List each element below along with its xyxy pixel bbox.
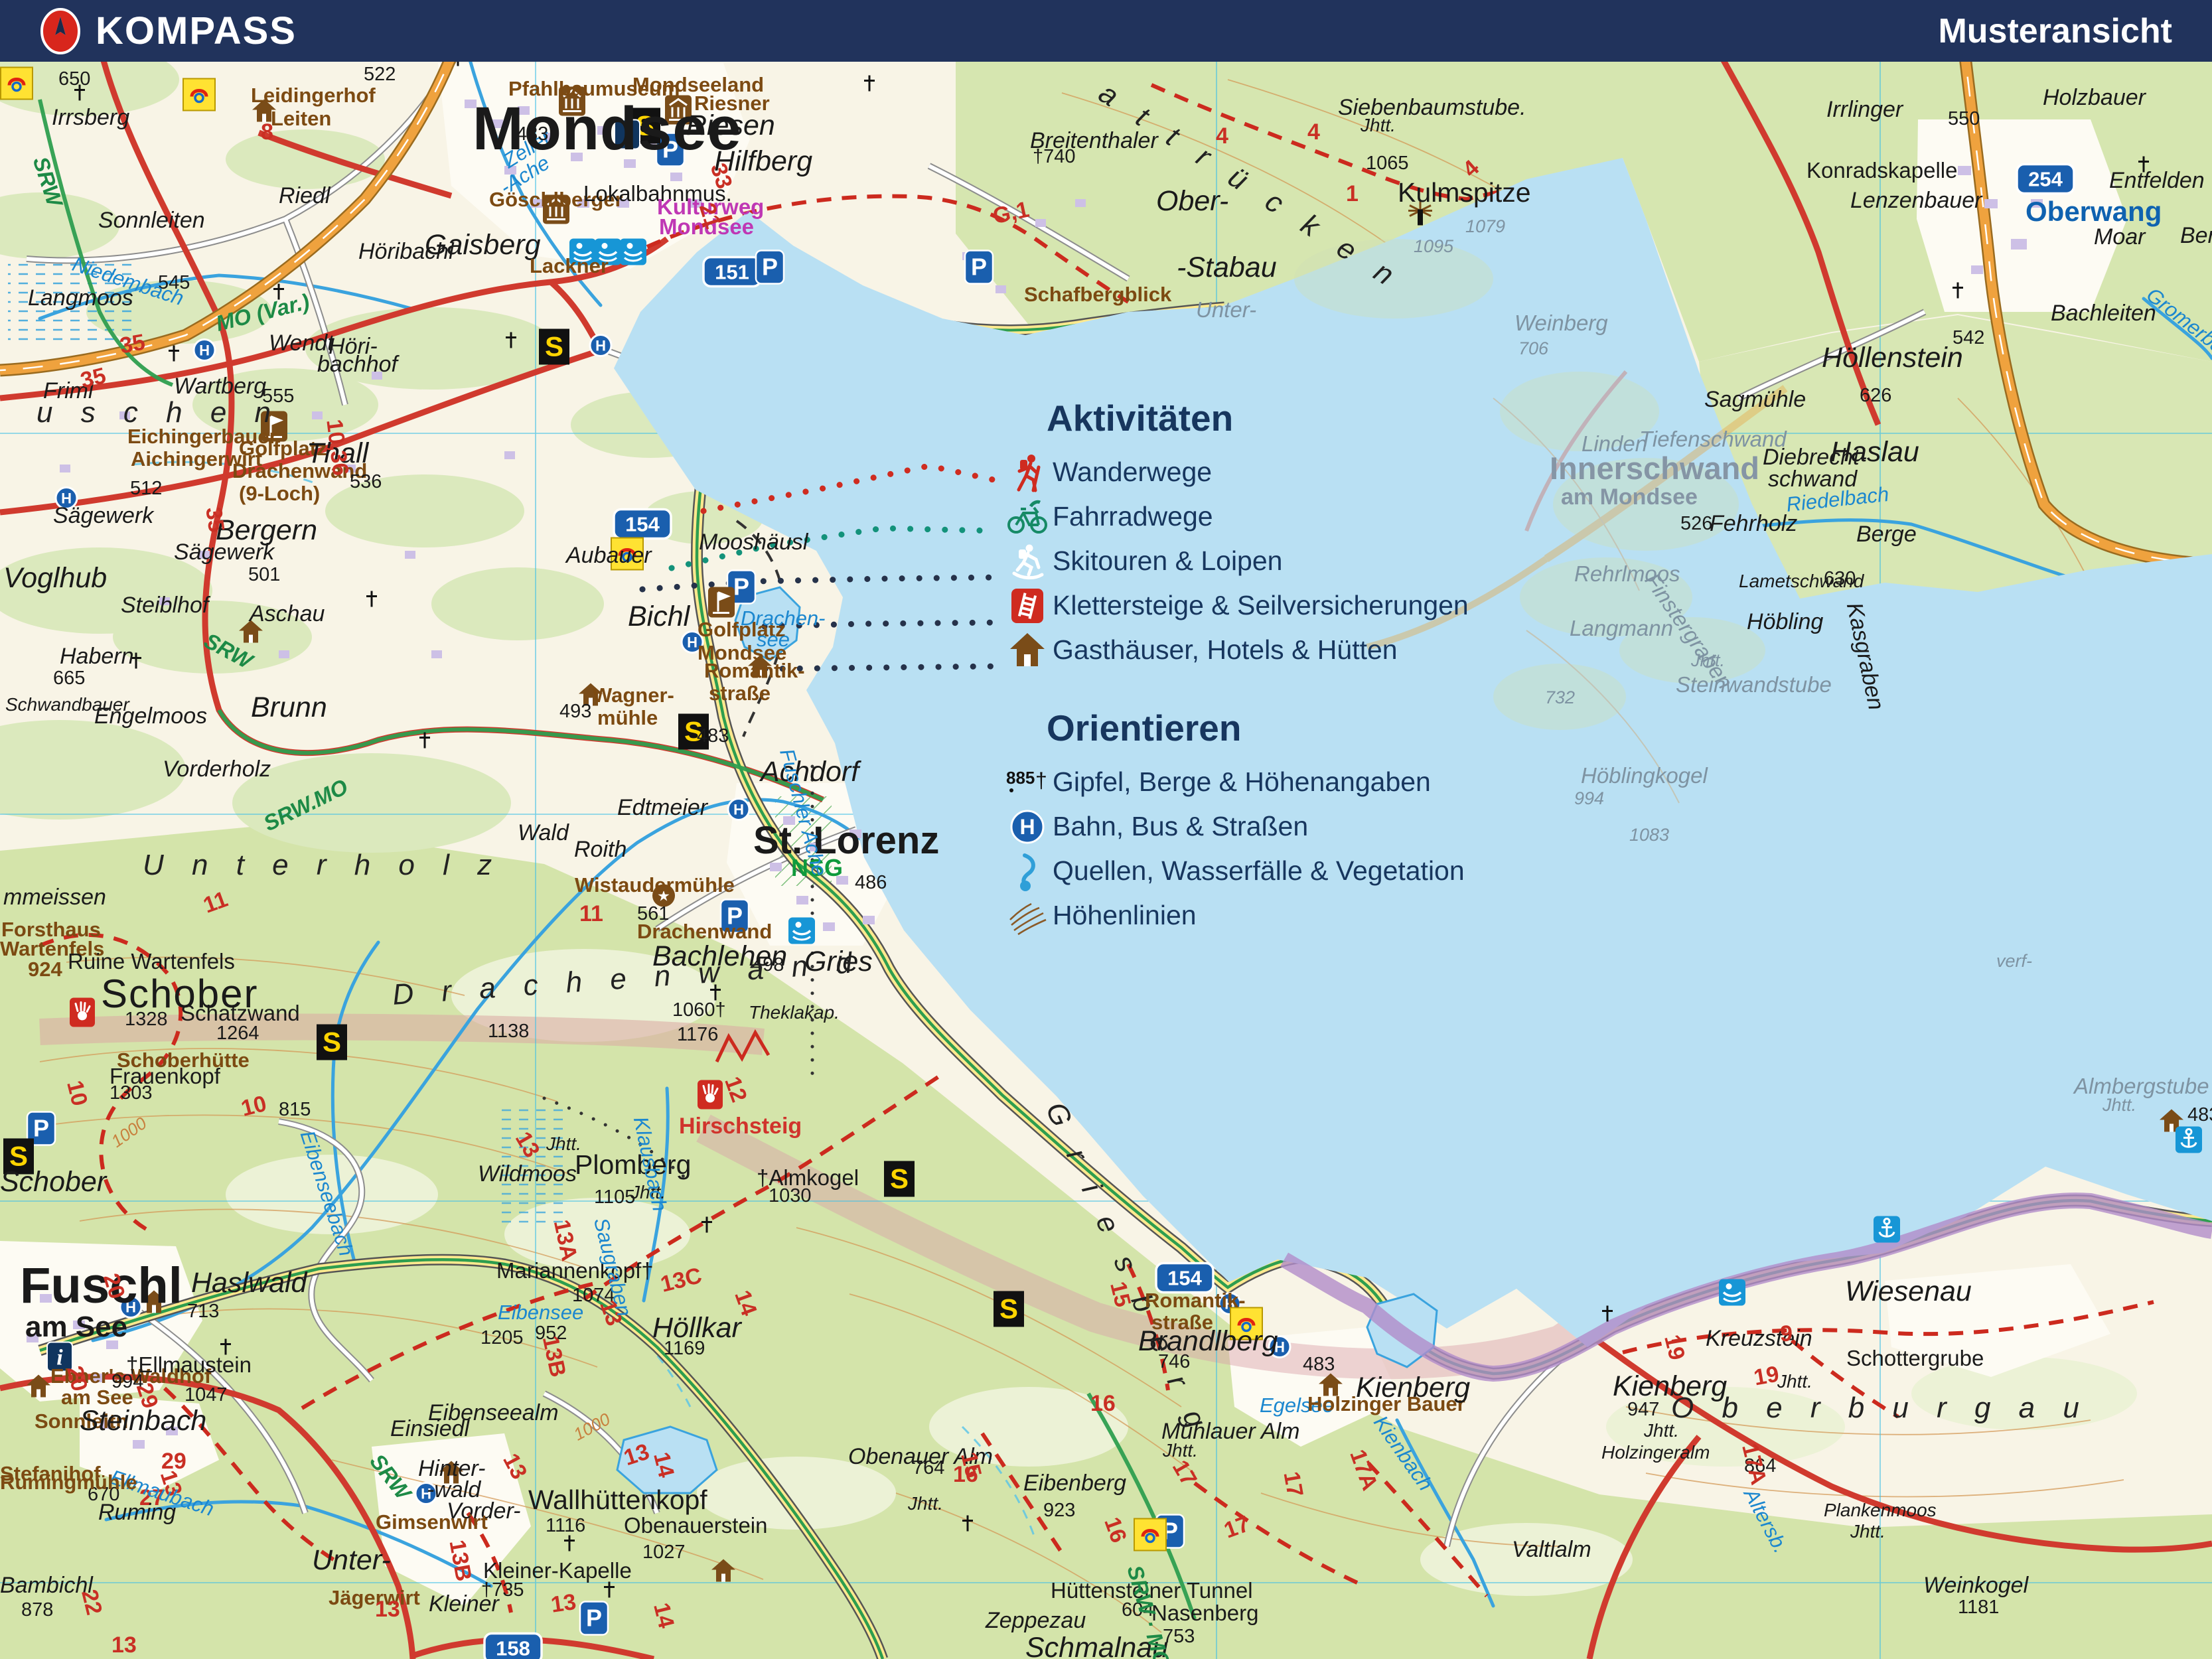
- legend-activity-row: Skitouren & Loipen: [1002, 539, 1469, 583]
- compass-icon: [40, 7, 81, 55]
- legend-activity-label: Skitouren & Loipen: [1053, 545, 1282, 577]
- ladder-icon: [1002, 586, 1053, 626]
- legend-activity-row: Klettersteige & Seilversicherungen: [1002, 583, 1469, 628]
- contours-icon: [1002, 896, 1053, 936]
- marsh-langmoos: [8, 262, 134, 347]
- svg-text:†: †: [1035, 768, 1047, 792]
- legend-activity-label: Fahrradwege: [1053, 501, 1213, 532]
- legend-activities-title: Aktivitäten: [1047, 397, 1469, 439]
- screenshot-root: { "header": { "brand": "KOMPASS", "title…: [0, 0, 2212, 1659]
- svg-text:885: 885: [1006, 768, 1035, 788]
- legend-orientation-label: Bahn, Bus & Straßen: [1053, 811, 1308, 842]
- bus-stop-icon: H: [1002, 808, 1053, 846]
- legend-orientation-label: Höhenlinien: [1053, 900, 1197, 931]
- legend-activities-rows: Wanderwege Fahrradwege Skitouren & Loipen K…: [1002, 450, 1469, 672]
- legend-activity-label: Gasthäuser, Hotels & Hütten: [1053, 634, 1398, 666]
- marsh-wildmoos: [501, 1105, 564, 1224]
- legend-activity-label: Klettersteige & Seilversicherungen: [1053, 590, 1469, 621]
- legend-activity-row: Fahrradwege: [1002, 494, 1469, 539]
- bicycle-icon: [1002, 497, 1053, 537]
- brand-name: KOMPASS: [96, 9, 297, 53]
- legend-orientation-rows: 885†Gipfel, Berge & Höhenangaben H Bahn, B…: [1002, 760, 1469, 938]
- map-legend: Aktivitäten Wanderwege Fahrradwege Skitour…: [1002, 397, 1469, 938]
- hut-icon: [1002, 630, 1053, 670]
- legend-orientation-label: Gipfel, Berge & Höhenangaben: [1053, 766, 1431, 798]
- kompass-logo[interactable]: KOMPASS: [40, 7, 297, 55]
- legend-orientation-title: Orientieren: [1047, 707, 1469, 749]
- legend-activity-label: Wanderwege: [1053, 457, 1212, 488]
- svg-text:H: H: [1019, 815, 1035, 839]
- peak-icon: 885†: [1002, 766, 1053, 799]
- skier-icon: [1002, 540, 1053, 583]
- spring-icon: [1002, 851, 1053, 892]
- page-title: Musteransicht: [1938, 11, 2172, 51]
- legend-orientation-row: H Bahn, Bus & Straßen: [1002, 804, 1469, 849]
- legend-orientation-row: 885†Gipfel, Berge & Höhenangaben: [1002, 760, 1469, 804]
- legend-activity-row: Wanderwege: [1002, 450, 1469, 494]
- legend-orientation-row: Quellen, Wasserfälle & Vegetation: [1002, 849, 1469, 893]
- hiker-icon: [1002, 451, 1053, 494]
- header-bar: KOMPASS Musteransicht: [0, 0, 2212, 62]
- cliff-band-schatzwand: [40, 1027, 763, 1043]
- legend-orientation-row: Höhenlinien: [1002, 893, 1469, 938]
- legend-orientation-label: Quellen, Wasserfälle & Vegetation: [1053, 855, 1465, 887]
- legend-activity-row: Gasthäuser, Hotels & Hütten: [1002, 628, 1469, 672]
